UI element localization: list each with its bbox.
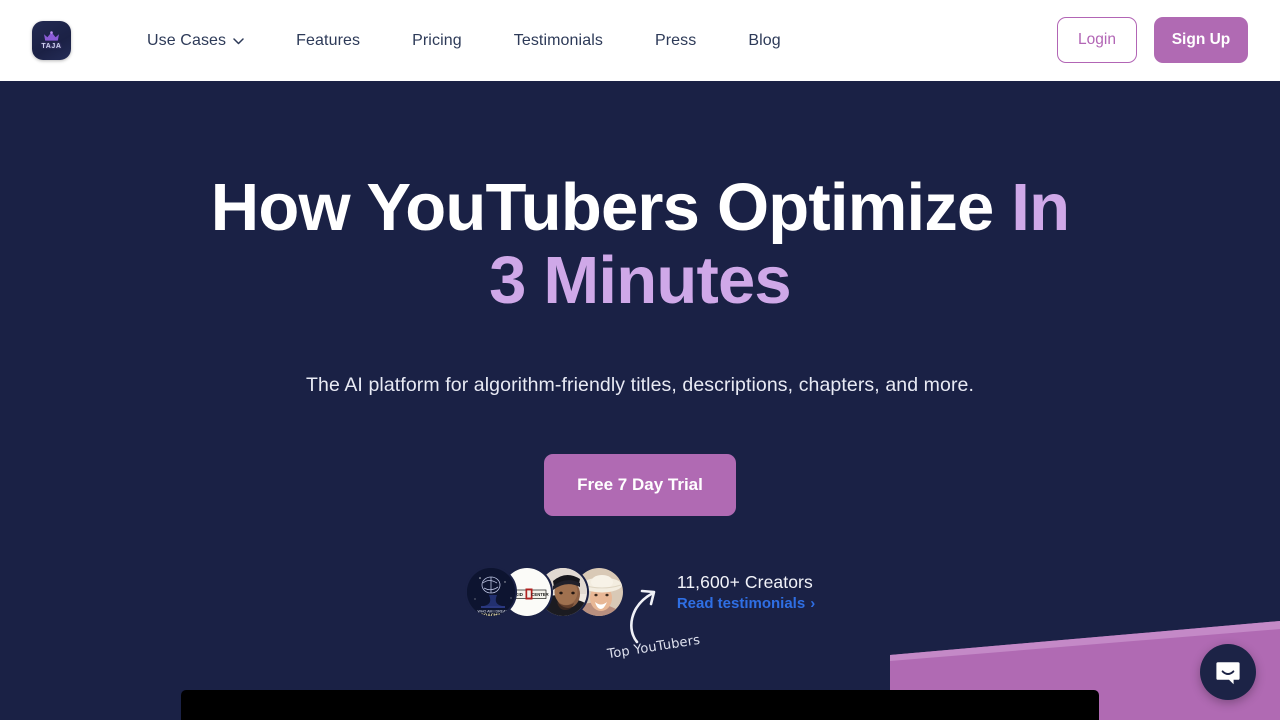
nav-label-blog: Blog <box>748 31 781 49</box>
svg-text:CENTER: CENTER <box>531 592 548 597</box>
nav-item-use-cases[interactable]: Use Cases <box>147 24 244 58</box>
page-title: How YouTubers Optimize In 3 Minutes <box>190 171 1090 317</box>
login-button[interactable]: Login <box>1057 17 1137 63</box>
top-youtubers-annotation: Top YouTubers <box>606 632 702 663</box>
social-proof: WHO AM I DREAM COACHING KID CENTER Top Y… <box>464 564 815 662</box>
logo-wordmark: TAJA <box>41 43 62 50</box>
nav-item-testimonials[interactable]: Testimonials <box>514 24 603 58</box>
landing-page: TAJA Use Cases Features Pricing Testimon… <box>0 0 1280 720</box>
nav-label-press: Press <box>654 31 697 49</box>
read-testimonials-link[interactable]: Read testimonials › <box>677 595 815 612</box>
nav-item-pricing[interactable]: Pricing <box>412 24 462 58</box>
avatar-group: WHO AM I DREAM COACHING KID CENTER <box>464 566 625 619</box>
chat-launcher-button[interactable] <box>1200 644 1256 700</box>
hero-section: How YouTubers Optimize In 3 Minutes The … <box>0 81 1280 720</box>
hero-content: How YouTubers Optimize In 3 Minutes The … <box>0 81 1280 662</box>
chevron-right-icon: › <box>810 595 816 613</box>
hero-video-player[interactable] <box>181 690 1099 720</box>
chat-bubble-smile-icon <box>1216 662 1240 685</box>
signup-button[interactable]: Sign Up <box>1154 17 1248 63</box>
nav-item-features[interactable]: Features <box>296 24 360 58</box>
creators-count: 11,600+ Creators <box>676 572 813 593</box>
nav-label-testimonials: Testimonials <box>513 31 603 49</box>
nav-label-pricing: Pricing <box>412 31 462 49</box>
primary-navigation: Use Cases Features Pricing Testimonials … <box>147 24 781 58</box>
crown-icon <box>44 31 59 41</box>
nav-item-blog[interactable]: Blog <box>748 24 780 58</box>
chevron-down-icon <box>233 38 244 45</box>
social-proof-text: 11,600+ Creators Read testimonials › <box>677 572 815 612</box>
svg-text:COACHING: COACHING <box>480 613 505 618</box>
free-trial-button[interactable]: Free 7 Day Trial <box>544 454 736 517</box>
nav-item-press[interactable]: Press <box>655 24 696 58</box>
hero-subtitle: The AI platform for algorithm-friendly t… <box>305 374 975 397</box>
logo-taja[interactable]: TAJA <box>32 21 71 60</box>
read-testimonials-label: Read testimonials <box>676 595 806 613</box>
headline-primary: How YouTubers Optimize <box>210 170 1012 245</box>
curved-arrow-icon <box>629 589 656 644</box>
nav-label-features: Features <box>296 31 361 49</box>
nav-label-use-cases: Use Cases <box>147 31 227 49</box>
header-actions: Login Sign Up <box>1057 17 1248 63</box>
avatar: WHO AM I DREAM COACHING <box>464 566 517 619</box>
site-header: TAJA Use Cases Features Pricing Testimon… <box>0 0 1280 81</box>
